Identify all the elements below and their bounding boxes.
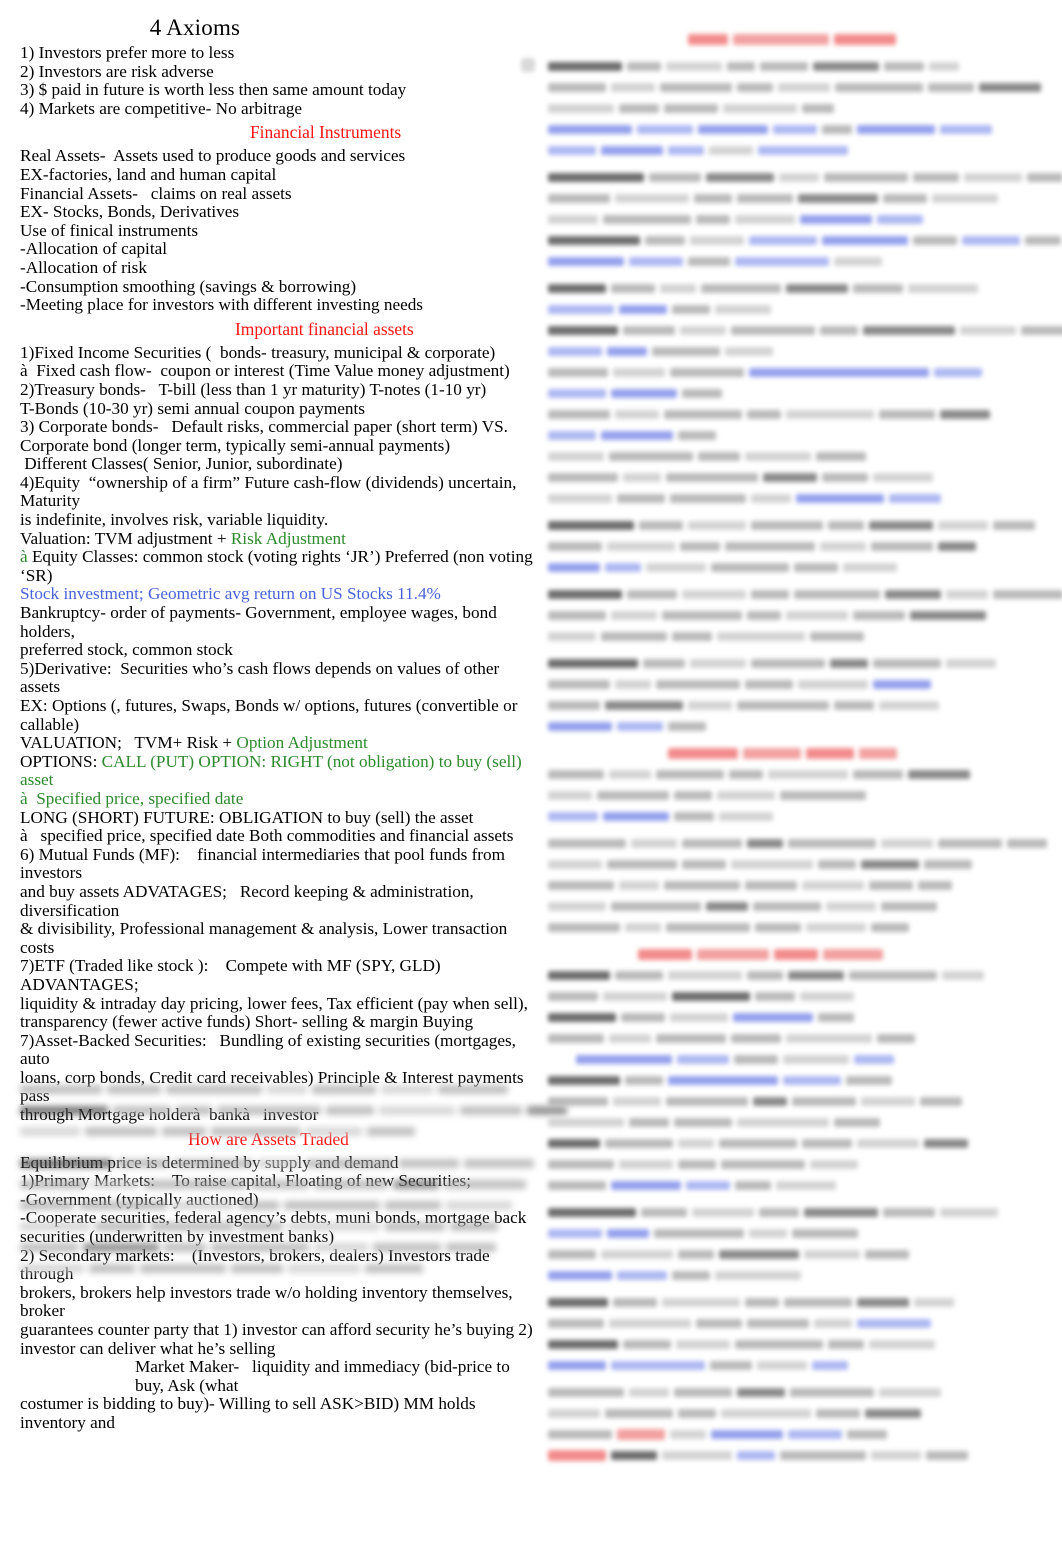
list-item: à specified price, specified date Both c… <box>20 826 514 846</box>
list-item: 5)Derivative: Securities who’s cash flow… <box>20 658 504 697</box>
axiom-item: 2) Investors are risk adverse <box>20 61 214 81</box>
list-item: 7)Asset-Backed Securities: Bundling of e… <box>20 1030 521 1069</box>
list-item: 4)Equity “ownership of a firm” Future ca… <box>20 472 521 511</box>
bankruptcy-list: Bankruptcy- order of payments- Governmen… <box>20 603 540 734</box>
list-item: investor can deliver what he’s selling <box>20 1338 276 1358</box>
document-page: 4 Axioms 1) Investors prefer more to les… <box>0 0 1062 1561</box>
list-item: liquidity & intraday day pricing, lower … <box>20 993 528 1013</box>
list-item: -Meeting place for investors with differ… <box>20 295 423 315</box>
market-maker-line: Market Maker- liquidity and immediacy (b… <box>135 1357 515 1395</box>
heading-important-financial-assets: Important financial assets <box>235 318 414 339</box>
list-item: 2)Treasury bonds- T-bill (less than 1 yr… <box>20 379 487 399</box>
list-item: Different Classes( Senior, Junior, subor… <box>20 454 343 474</box>
axiom-item: 3) $ paid in future is worth less then s… <box>20 80 407 100</box>
list-item: 7)ETF (Traded like stock ): Compete with… <box>20 956 444 994</box>
important-assets-list: 1)Fixed Income Securities ( bonds- treas… <box>20 342 540 530</box>
list-item: Real Assets- Assets used to produce good… <box>20 146 406 166</box>
options-line: OPTIONS: CALL (PUT) OPTION: RIGHT (not o… <box>20 751 540 790</box>
axiom-item: 4) Markets are competitive- No arbitrage <box>20 98 303 118</box>
list-item: 3) Corporate bonds- Default risks, comme… <box>20 417 508 437</box>
list-item: -Consumption smoothing (savings & borrow… <box>20 276 357 296</box>
list-item: and buy assets ADVATAGES; Record keeping… <box>20 881 479 920</box>
blurred-text-block-left-bottom <box>20 1080 567 1280</box>
list-item: T-Bonds (10-30 yr) semi annual coupon pa… <box>20 398 365 418</box>
financial-instruments-list: Real Assets- Assets used to produce good… <box>20 147 540 314</box>
stock-investment-line: Stock investment; Geometric avg return o… <box>20 584 441 604</box>
list-item: EX: Options (, futures, Swaps, Bonds w/ … <box>20 696 522 734</box>
valuation-label: Valuation: TVM adjustment + <box>20 528 231 548</box>
page-title: 4 Axioms <box>149 15 241 40</box>
valuation2-line: VALUATION; TVM+ Risk + Option Adjustment <box>20 733 540 753</box>
list-item: is indefinite, involves risk, variable l… <box>20 510 329 530</box>
list-item: -Allocation of capital <box>20 239 167 259</box>
list-item: Use of finical instruments <box>20 220 199 240</box>
list-item: 6) Mutual Funds (MF): financial intermed… <box>20 844 510 883</box>
axioms-list: 1) Investors prefer more to less 2) Inve… <box>20 43 540 118</box>
valuation2-label: VALUATION; TVM+ Risk + <box>20 733 237 753</box>
list-item: Financial Assets- claims on real assets <box>20 183 292 203</box>
arrow-glyph: à <box>20 547 28 567</box>
heading-financial-instruments: Financial Instruments <box>250 122 402 143</box>
list-item: 1)Fixed Income Securities ( bonds- treas… <box>20 342 496 362</box>
list-item: à Fixed cash flow- coupon or interest (T… <box>20 361 510 381</box>
valuation-line: Valuation: TVM adjustment + Risk Adjustm… <box>20 528 540 549</box>
list-item: EX-factories, land and human capital <box>20 164 277 184</box>
axiom-item: 1) Investors prefer more to less <box>20 43 235 62</box>
blurred-margin-mark <box>521 58 535 72</box>
blurred-text-block-right-column <box>548 30 1062 1467</box>
options-label: OPTIONS: <box>20 751 102 771</box>
futures-list: LONG (SHORT) FUTURE: OBLIGATION to buy (… <box>20 807 540 846</box>
market-maker-continuation: costumer is bidding to buy)- Willing to … <box>20 1394 480 1432</box>
list-item: brokers, brokers help investors trade w/… <box>20 1282 517 1321</box>
option-adjustment-text: Option Adjustment <box>236 733 368 753</box>
list-item: Corporate bond (longer term, typically s… <box>20 435 451 455</box>
list-item: LONG (SHORT) FUTURE: OBLIGATION to buy (… <box>20 807 474 827</box>
list-item: EX- Stocks, Bonds, Derivatives <box>20 202 240 222</box>
list-item: guarantees counter party that 1) investo… <box>20 1320 533 1339</box>
list-item: & divisibility, Professional management … <box>20 919 512 957</box>
equity-classes-text: Equity Classes: common stock (voting rig… <box>20 547 537 585</box>
list-item: Bankruptcy- order of payments- Governmen… <box>20 603 502 641</box>
specified-price-line: à Specified price, specified date <box>20 788 244 808</box>
list-item: -Allocation of risk <box>20 257 147 277</box>
risk-adjustment-text: Risk Adjustment <box>230 528 346 548</box>
list-item: preferred stock, common stock <box>20 640 233 660</box>
equity-classes-line: à Equity Classes: common stock (voting r… <box>20 547 540 585</box>
list-item: transparency (fewer active funds) Short-… <box>20 1012 474 1032</box>
